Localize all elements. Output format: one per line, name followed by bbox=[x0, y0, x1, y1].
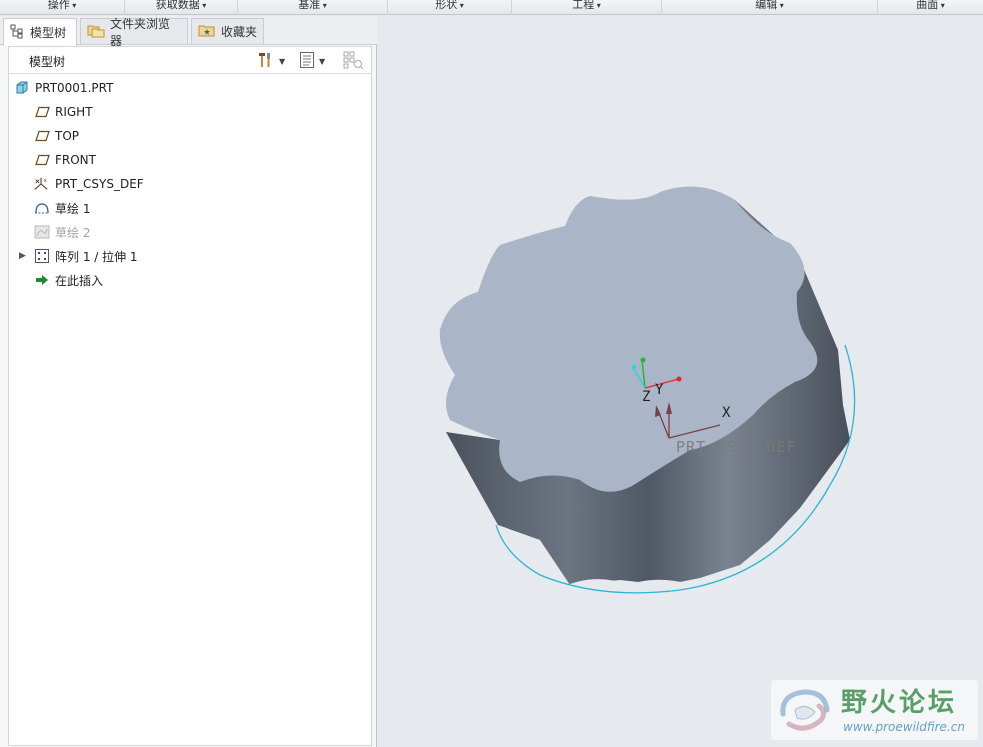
ribbon-group-surfaces[interactable]: 曲面 bbox=[878, 0, 983, 15]
chevron-down-icon: ▼ bbox=[279, 56, 286, 66]
insert-here-arrow-icon bbox=[34, 272, 50, 288]
graphics-viewport[interactable]: Z Y X PRT_CSYS_DEF bbox=[378, 16, 983, 747]
tree-filter-icon bbox=[343, 51, 365, 72]
list-view-icon bbox=[299, 51, 315, 72]
ribbon-group-label: 编辑 bbox=[662, 0, 877, 12]
pattern-icon bbox=[34, 248, 50, 264]
navigator-panel: 模型树 文件夹浏览器 收藏夹 模型树 ▼ ▼ PRT0001.PRT RIGHT… bbox=[0, 16, 377, 747]
tree-node-label: PRT0001.PRT bbox=[35, 81, 114, 95]
watermark-logo-icon bbox=[775, 684, 837, 739]
ribbon-group-label: 形状 bbox=[388, 0, 511, 12]
show-dropdown-button[interactable]: ▼ bbox=[299, 51, 325, 71]
datum-plane-icon bbox=[34, 104, 50, 120]
ribbon-group-datum[interactable]: 基准 bbox=[238, 0, 388, 15]
tree-node-label: FRONT bbox=[55, 153, 96, 167]
datum-plane-icon bbox=[34, 152, 50, 168]
tree-node-label: TOP bbox=[55, 129, 80, 143]
tree-node-pattern[interactable]: ▶ 阵列 1 / 拉伸 1 bbox=[9, 245, 371, 267]
tab-favorites[interactable]: 收藏夹 bbox=[191, 18, 264, 44]
ribbon-group-get-data[interactable]: 获取数据 bbox=[125, 0, 238, 15]
ribbon-group-label: 曲面 bbox=[878, 0, 983, 12]
sketch-icon bbox=[34, 224, 50, 240]
tab-folder-browser[interactable]: 文件夹浏览器 bbox=[80, 17, 188, 48]
watermark-title: 野火论坛 bbox=[841, 688, 958, 718]
favorites-icon bbox=[198, 23, 216, 41]
expand-arrow-icon[interactable]: ▶ bbox=[19, 251, 26, 261]
ribbon-group-label: 获取数据 bbox=[125, 0, 237, 12]
tools-icon bbox=[257, 51, 275, 72]
tree-node-front[interactable]: FRONT bbox=[9, 149, 371, 171]
tab-label: 模型树 bbox=[30, 26, 67, 40]
sketch-icon bbox=[34, 200, 50, 216]
ribbon: 操作 获取数据 基准 形状 工程 编辑 曲面 bbox=[0, 0, 983, 15]
watermark-url: www.proewildfire.cn bbox=[843, 720, 965, 734]
model-tree-header: 模型树 ▼ ▼ bbox=[9, 47, 371, 74]
tree-node-label: 草绘 2 bbox=[55, 225, 91, 240]
forum-watermark: 野火论坛 www.proewildfire.cn bbox=[771, 680, 978, 740]
ribbon-group-editing[interactable]: 编辑 bbox=[662, 0, 878, 15]
model-canvas[interactable] bbox=[378, 16, 983, 747]
tree-node-sketch-1[interactable]: 草绘 1 bbox=[9, 197, 371, 219]
tab-label: 收藏夹 bbox=[221, 25, 258, 39]
ribbon-group-label: 操作 bbox=[0, 0, 124, 12]
datum-plane-icon bbox=[34, 128, 50, 144]
tree-node-top[interactable]: TOP bbox=[9, 125, 371, 147]
folder-browser-icon bbox=[87, 23, 105, 41]
model-tree-icon bbox=[10, 24, 25, 42]
axis-label-x: X bbox=[722, 405, 731, 421]
ribbon-group-shapes[interactable]: 形状 bbox=[388, 0, 512, 15]
tree-filter-button[interactable] bbox=[343, 51, 365, 71]
ribbon-group-label: 基准 bbox=[238, 0, 387, 12]
chevron-down-icon: ▼ bbox=[319, 56, 326, 66]
tab-model-tree[interactable]: 模型树 bbox=[3, 18, 77, 46]
ribbon-group-engineering[interactable]: 工程 bbox=[512, 0, 662, 15]
tree-node-sketch-2[interactable]: 草绘 2 bbox=[9, 221, 371, 243]
settings-dropdown-button[interactable]: ▼ bbox=[257, 51, 285, 71]
navigator-tabs: 模型树 文件夹浏览器 收藏夹 bbox=[0, 16, 377, 48]
model-tree-title: 模型树 bbox=[29, 55, 66, 69]
csys-name-label: PRT_CSYS_DEF bbox=[676, 438, 797, 456]
tree-node-label: 阵列 1 / 拉伸 1 bbox=[55, 249, 138, 264]
ribbon-group-label: 工程 bbox=[512, 0, 661, 12]
tree-node-insert-here[interactable]: 在此插入 bbox=[9, 269, 371, 291]
coordinate-system-icon: x bbox=[33, 176, 49, 192]
tree-node-label: RIGHT bbox=[55, 105, 93, 119]
ribbon-group-operations[interactable]: 操作 bbox=[0, 0, 125, 15]
axis-label-z: Z bbox=[642, 389, 651, 405]
tree-node-label: 草绘 1 bbox=[55, 201, 91, 216]
tab-label: 文件夹浏览器 bbox=[110, 16, 171, 48]
tree-node-label: 在此插入 bbox=[55, 273, 104, 288]
axis-label-y: Y bbox=[655, 382, 664, 398]
tree-node-part[interactable]: PRT0001.PRT bbox=[9, 77, 371, 99]
tree-node-csys[interactable]: x PRT_CSYS_DEF bbox=[9, 173, 371, 195]
tree-node-right[interactable]: RIGHT bbox=[9, 101, 371, 123]
part-icon bbox=[14, 80, 30, 96]
svg-text:x: x bbox=[44, 178, 47, 184]
model-tree: 模型树 ▼ ▼ PRT0001.PRT RIGHT TOP FRONT x PR… bbox=[8, 46, 372, 746]
tree-node-label: PRT_CSYS_DEF bbox=[55, 177, 144, 191]
